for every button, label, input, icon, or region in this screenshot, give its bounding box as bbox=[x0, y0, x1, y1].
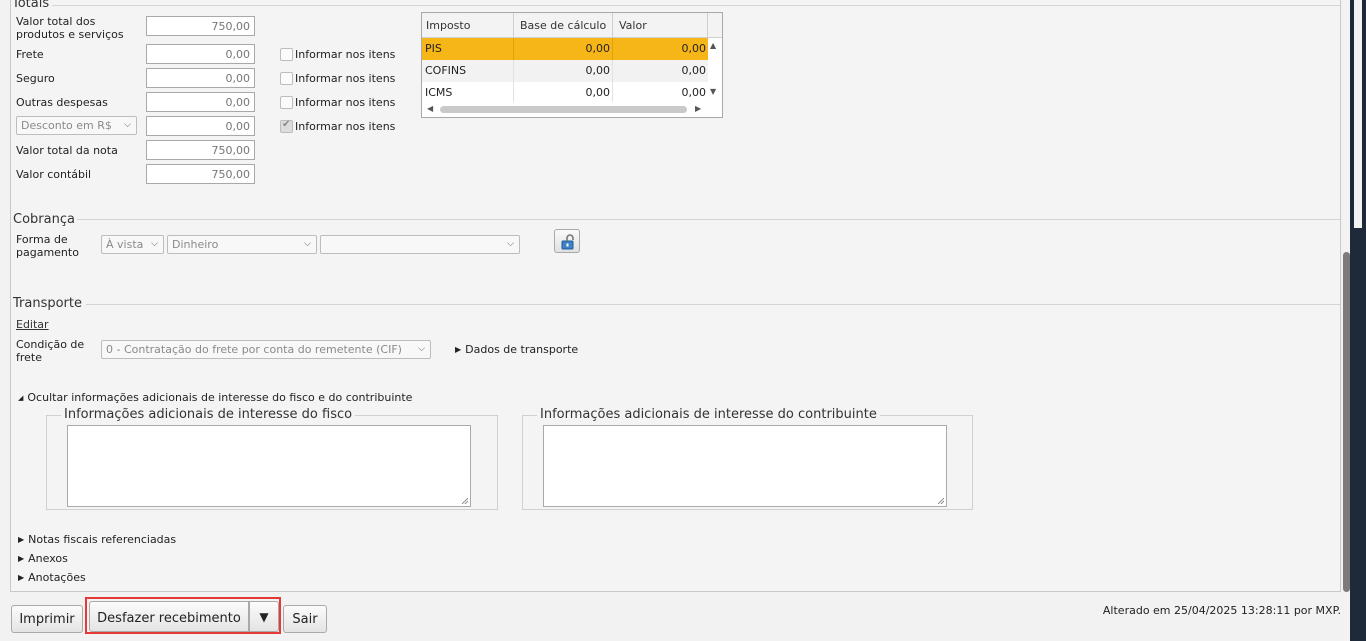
col-valor[interactable]: Valor bbox=[613, 13, 708, 38]
col-base-calculo[interactable]: Base de cálculo bbox=[514, 13, 613, 38]
frete-field[interactable]: 0,00 bbox=[146, 44, 255, 64]
highlight-box bbox=[85, 597, 281, 634]
frete-informar-label: Informar nos itens bbox=[295, 48, 396, 61]
sair-button[interactable]: Sair bbox=[283, 605, 327, 633]
anotacoes-toggle[interactable]: ▶ Anotações bbox=[18, 571, 86, 584]
total-nota-field[interactable]: 750,00 bbox=[146, 140, 255, 160]
contribuinte-legend: Informações adicionais de interesse do c… bbox=[537, 407, 880, 422]
cell-valor: 0,00 bbox=[681, 86, 707, 99]
cell-base: 0,00 bbox=[514, 82, 613, 102]
totais-title: Totais bbox=[12, 0, 50, 11]
desconto-type-value: Desconto em R$ bbox=[21, 119, 112, 132]
frete-label: Frete bbox=[16, 48, 44, 61]
chevron-down-icon: ⌵ bbox=[151, 239, 158, 249]
chevron-down-icon: ⌵ bbox=[124, 120, 131, 130]
totais-divider bbox=[52, 5, 1340, 6]
meio-pagamento-value: Dinheiro bbox=[172, 238, 219, 251]
tax-grid-horizontal-scrollbar[interactable]: ◀ ▶ bbox=[422, 102, 722, 117]
total-nota-label: Valor total da nota bbox=[16, 144, 118, 157]
chevron-down-icon: ⌵ bbox=[304, 239, 311, 249]
anexos-label: Anexos bbox=[28, 552, 68, 565]
condicao-frete-label: Condição de frete bbox=[16, 338, 85, 364]
scroll-thumb[interactable] bbox=[440, 106, 687, 113]
col-imposto[interactable]: Imposto bbox=[422, 13, 514, 38]
caret-right-icon: ▶ bbox=[18, 573, 25, 582]
cell-base: 0,00 bbox=[514, 38, 613, 60]
dados-transporte-toggle[interactable]: ▶ Dados de transporte bbox=[455, 343, 578, 356]
ocultar-adicionais-toggle[interactable]: ◢ Ocultar informações adicionais de inter… bbox=[18, 391, 412, 404]
page-scroll-thumb[interactable] bbox=[1343, 252, 1350, 592]
frete-informar-checkbox[interactable] bbox=[280, 48, 293, 61]
table-row[interactable]: PIS 0,00 0,00 bbox=[422, 38, 708, 60]
window-edge bbox=[1350, 0, 1366, 641]
extra-pagamento-select[interactable]: ⌵ bbox=[320, 235, 520, 254]
editar-transporte-link[interactable]: Editar bbox=[16, 318, 49, 331]
valor-contabil-label: Valor contábil bbox=[16, 168, 92, 181]
page-scrollbar[interactable] bbox=[1343, 0, 1350, 592]
cell-imposto: COFINS bbox=[422, 60, 514, 82]
contribuinte-textarea[interactable] bbox=[543, 425, 947, 507]
meio-pagamento-select[interactable]: Dinheiro ⌵ bbox=[167, 235, 317, 254]
ocultar-adicionais-label: Ocultar informações adicionais de intere… bbox=[27, 391, 413, 404]
unlock-icon bbox=[561, 234, 574, 250]
condicao-frete-value: 0 - Contratação do frete por conta do re… bbox=[106, 343, 402, 356]
transporte-title: Transporte bbox=[13, 296, 82, 311]
outras-despesas-label: Outras despesas bbox=[16, 96, 108, 109]
table-row[interactable]: COFINS 0,00 0,00 bbox=[422, 60, 708, 82]
seguro-informar-checkbox[interactable] bbox=[280, 72, 293, 85]
table-row[interactable]: ICMS 0,00 0,00 bbox=[422, 82, 708, 102]
chevron-down-icon: ⌵ bbox=[418, 344, 425, 354]
chevron-down-icon: ⌵ bbox=[507, 239, 514, 249]
caret-down-icon: ◢ bbox=[18, 394, 24, 402]
desconto-informar-checkbox[interactable] bbox=[280, 119, 293, 133]
outras-despesas-field[interactable]: 0,00 bbox=[146, 92, 255, 112]
desconto-type-select[interactable]: Desconto em R$ ⌵ bbox=[16, 116, 137, 135]
desconto-field[interactable]: 0,00 bbox=[146, 116, 255, 136]
anotacoes-label: Anotações bbox=[28, 571, 86, 584]
seguro-field[interactable]: 0,00 bbox=[146, 68, 255, 88]
outras-despesas-informar-label: Informar nos itens bbox=[295, 96, 396, 109]
condicao-pagamento-select[interactable]: À vista ⌵ bbox=[101, 235, 164, 254]
total-produtos-label: Valor total dos produtos e serviços bbox=[16, 15, 124, 41]
transporte-divider bbox=[86, 304, 1340, 305]
notas-referenciadas-toggle[interactable]: ▶ Notas fiscais referenciadas bbox=[18, 533, 176, 546]
unlock-button[interactable] bbox=[554, 229, 580, 253]
caret-right-icon: ▶ bbox=[18, 535, 25, 544]
last-modified-status: Alterado em 25/04/2025 13:28:11 por MXP. bbox=[1102, 604, 1341, 617]
cell-imposto: PIS bbox=[422, 38, 514, 60]
cobranca-title: Cobrança bbox=[13, 212, 75, 227]
anexos-toggle[interactable]: ▶ Anexos bbox=[18, 552, 68, 565]
caret-right-icon: ▶ bbox=[18, 554, 25, 563]
outras-despesas-informar-checkbox[interactable] bbox=[280, 96, 293, 109]
total-produtos-field[interactable]: 750,00 bbox=[146, 16, 255, 36]
tax-grid-vertical-scrollbar[interactable]: ▲ ▼ bbox=[708, 38, 722, 102]
cell-base: 0,00 bbox=[514, 60, 613, 82]
condicao-pagamento-value: À vista bbox=[106, 238, 144, 251]
imprimir-button[interactable]: Imprimir bbox=[11, 605, 83, 633]
tax-grid: Imposto Base de cálculo Valor PIS 0,00 0… bbox=[421, 12, 723, 118]
scroll-right-icon[interactable]: ▶ bbox=[695, 104, 701, 113]
fisco-fieldset: Informações adicionais de interesse do f… bbox=[46, 407, 498, 510]
tax-grid-header: Imposto Base de cálculo Valor bbox=[422, 13, 722, 38]
cell-imposto: ICMS bbox=[422, 82, 514, 102]
caret-right-icon: ▶ bbox=[455, 345, 462, 354]
fisco-legend: Informações adicionais de interesse do f… bbox=[61, 407, 356, 422]
condicao-frete-select[interactable]: 0 - Contratação do frete por conta do re… bbox=[101, 340, 431, 359]
desconto-informar-label: Informar nos itens bbox=[295, 120, 396, 133]
forma-pagamento-label: Forma de pagamento bbox=[16, 233, 79, 259]
seguro-label: Seguro bbox=[16, 72, 55, 85]
cell-valor: 0,00 bbox=[681, 42, 707, 55]
notas-referenciadas-label: Notas fiscais referenciadas bbox=[28, 533, 177, 546]
cobranca-divider bbox=[77, 219, 1340, 220]
contribuinte-fieldset: Informações adicionais de interesse do c… bbox=[522, 407, 973, 510]
seguro-informar-label: Informar nos itens bbox=[295, 72, 396, 85]
scroll-down-icon[interactable]: ▼ bbox=[710, 87, 716, 96]
valor-contabil-field[interactable]: 750,00 bbox=[146, 164, 255, 184]
dados-transporte-label: Dados de transporte bbox=[465, 343, 579, 356]
fisco-textarea[interactable] bbox=[67, 425, 471, 507]
scroll-up-icon[interactable]: ▲ bbox=[710, 41, 716, 50]
scroll-left-icon[interactable]: ◀ bbox=[427, 104, 433, 113]
cell-valor: 0,00 bbox=[681, 64, 707, 77]
